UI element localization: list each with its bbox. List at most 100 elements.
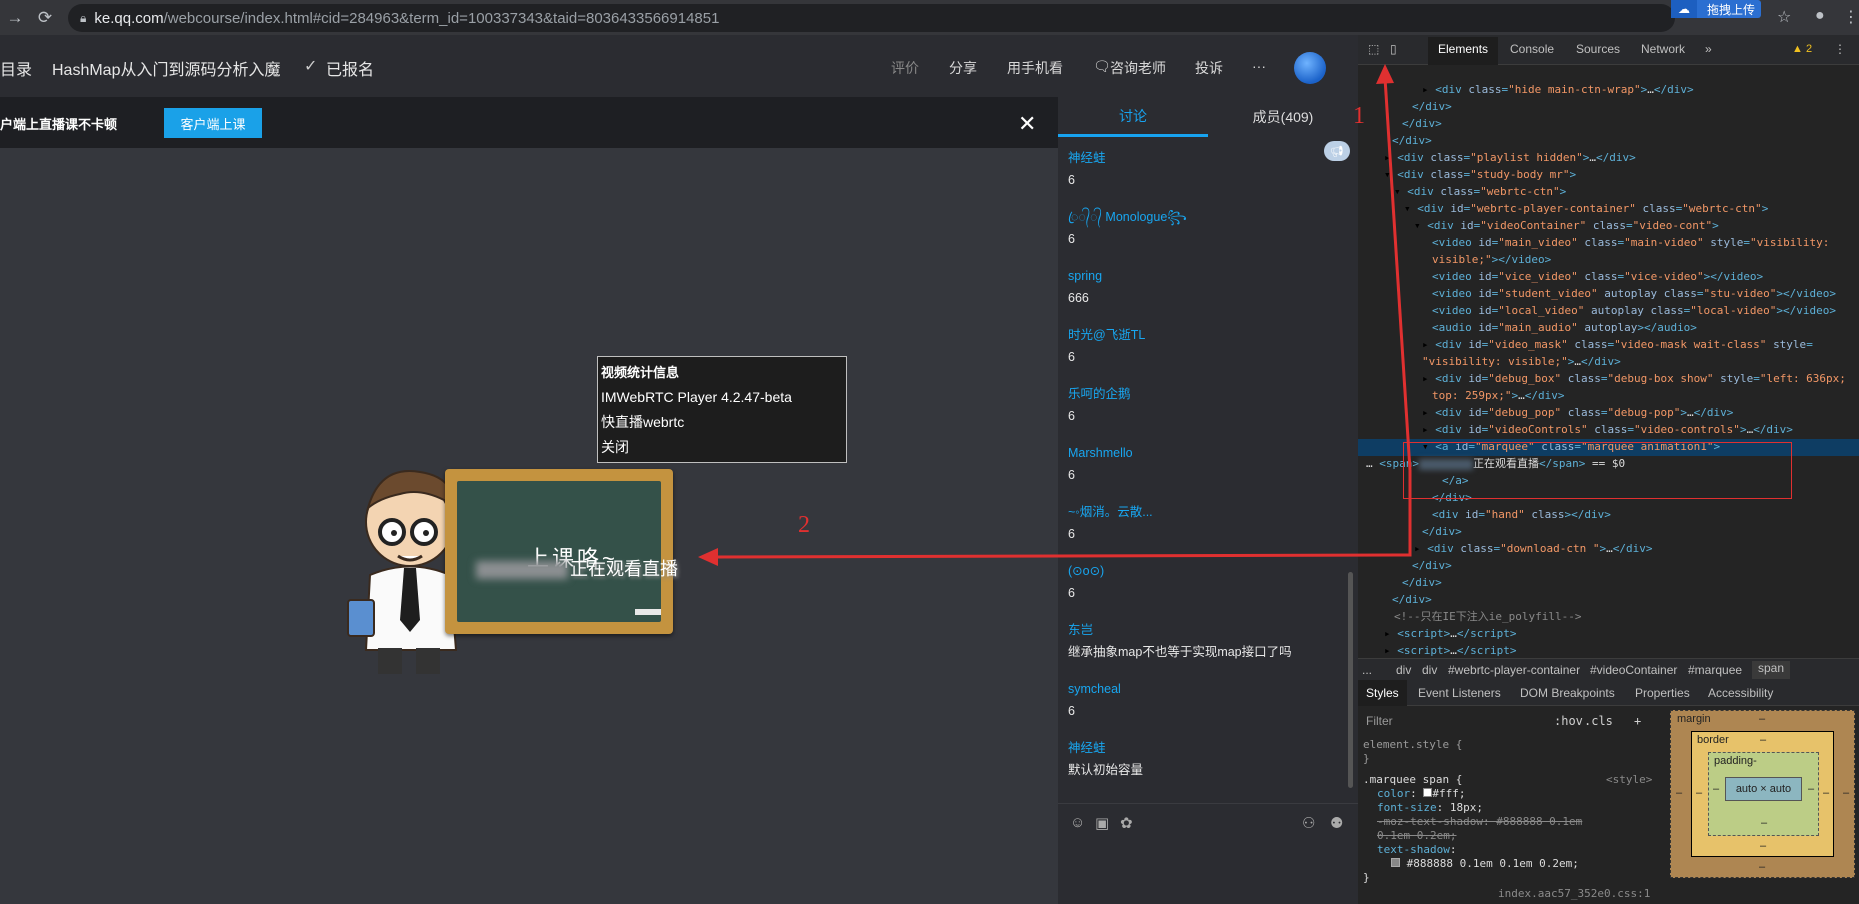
dom-node-line[interactable]: </div> (1422, 523, 1462, 540)
dom-node-line[interactable]: ▸ <div id="videoControls" class="video-c… (1422, 421, 1793, 438)
dom-node-line[interactable]: ▸ <div class="hide main-ctn-wrap">…</div… (1422, 81, 1694, 98)
tab-elements[interactable]: Elements (1428, 37, 1499, 65)
box-model-border[interactable]: border – – – – padding- – – – auto × aut… (1691, 731, 1834, 857)
dom-node-line[interactable]: ▸ <script>…</script> (1384, 625, 1516, 642)
shadow-swatch[interactable] (1391, 858, 1400, 867)
dom-node-line[interactable]: </div> (1402, 115, 1442, 132)
dom-node-line[interactable]: <video id="vice_video" class="vice-video… (1432, 268, 1763, 285)
upload-extension[interactable]: ☁ 拖拽上传 (1671, 0, 1761, 18)
chat-username[interactable]: spring (1068, 267, 1348, 285)
breadcrumb-item[interactable]: div (1396, 663, 1411, 677)
dom-node-line[interactable]: top: 259px;">…</div> (1432, 387, 1564, 404)
chat-username[interactable]: (⊙o⊙) (1068, 562, 1348, 580)
dom-node-line[interactable]: <video id="local_video" autoplay class="… (1432, 302, 1836, 319)
devtools-menu-icon[interactable]: ⋮ (1834, 42, 1846, 56)
chat-username[interactable]: symcheal (1068, 680, 1348, 698)
tab-discussion[interactable]: 讨论 (1058, 97, 1208, 137)
dom-node-line[interactable]: ▾ <div id="webrtc-player-container" clas… (1404, 200, 1768, 217)
add-rule-icon[interactable]: + (1634, 714, 1641, 728)
debug-close-item[interactable]: 关闭 (601, 435, 843, 460)
dom-node-line[interactable]: <div id="hand" class></div> (1432, 506, 1611, 523)
menu-icon[interactable]: ⋮ (1843, 7, 1859, 27)
rule-font-size-line[interactable]: font-size: 18px; (1377, 801, 1483, 815)
breadcrumb-item[interactable]: #marquee (1688, 663, 1742, 677)
hov-toggle[interactable]: :hov (1554, 714, 1583, 728)
warning-count[interactable]: ▲ 2 (1792, 43, 1812, 55)
chat-username[interactable]: 乐呵的企鹅 (1068, 385, 1348, 403)
chat-username[interactable]: ꦿ᭄᭄ Monologue꧂ (1068, 208, 1348, 226)
dom-node-line[interactable]: </div> (1392, 132, 1432, 149)
star-icon[interactable]: ☆ (1777, 7, 1791, 27)
dom-node-line[interactable]: <video id="main_video" class="main-video… (1432, 234, 1829, 251)
box-model-margin[interactable]: margin – – – – border – – – – padding- –… (1670, 710, 1855, 878)
device-icon[interactable]: ▯ (1390, 42, 1397, 56)
mobile-view-link[interactable]: 用手机看 (1007, 58, 1063, 78)
rule-color-line[interactable]: color: #fff; (1377, 787, 1466, 801)
consult-teacher-link[interactable]: 咨询老师 (1110, 58, 1166, 78)
share-link[interactable]: 分享 (949, 58, 977, 78)
flower-icon[interactable]: ✿ (1120, 814, 1133, 832)
chat-username[interactable]: ~◦烟消。云散... (1068, 503, 1348, 521)
add-user-icon[interactable]: ⚇ (1302, 814, 1315, 832)
breadcrumb-item[interactable]: #videoContainer (1590, 663, 1677, 677)
dom-node-line[interactable]: </div> (1412, 557, 1452, 574)
stylesheet-source[interactable]: index.aac57_352e0.css:1 (1498, 887, 1650, 901)
dom-node-line[interactable]: "visibility: visible;">…</div> (1422, 353, 1621, 370)
tab-network[interactable]: Network (1641, 42, 1685, 56)
dom-node-line[interactable]: ▸ <script>…</script> (1384, 642, 1516, 659)
complaint-link[interactable]: 投诉 (1195, 58, 1223, 78)
account-icon[interactable]: ● (1815, 7, 1825, 25)
dom-node-line[interactable]: ▾ <div id="videoContainer" class="video-… (1414, 217, 1719, 234)
tab-dom-breakpoints[interactable]: DOM Breakpoints (1520, 686, 1615, 700)
tab-styles[interactable]: Styles (1358, 680, 1407, 706)
dom-node-line[interactable]: ▸ <div id="debug_box" class="debug-box s… (1422, 370, 1846, 387)
emoji-icon[interactable]: ☺ (1070, 814, 1085, 831)
more-tabs-icon[interactable]: » (1705, 42, 1712, 56)
dom-node-line[interactable]: visible;"></video> (1432, 251, 1551, 268)
rule-selector[interactable]: .marquee span { (1363, 773, 1462, 787)
avatar[interactable] (1294, 52, 1326, 84)
box-model-content[interactable]: auto × auto (1725, 777, 1802, 801)
inspect-icon[interactable]: ⬚ (1368, 42, 1379, 56)
rule-source-link[interactable]: <style> (1606, 773, 1652, 787)
address-bar[interactable]: 🔒︎ ke.qq.com/webcourse/index.html#cid=28… (68, 4, 1675, 32)
user-settings-icon[interactable]: ⚉ (1330, 814, 1343, 832)
dom-node-line[interactable]: ▸ <div class="playlist hidden">…</div> (1384, 149, 1636, 166)
tab-event-listeners[interactable]: Event Listeners (1418, 686, 1501, 700)
dom-node-line[interactable]: </div> (1392, 591, 1432, 608)
more-icon[interactable]: ··· (1252, 58, 1266, 74)
dom-node-line[interactable]: </div> (1402, 574, 1442, 591)
breadcrumb-item[interactable]: div (1422, 663, 1437, 677)
dom-node-line[interactable]: ▾ <div class="webrtc-ctn"> (1394, 183, 1566, 200)
dom-node-line[interactable]: <!--只在IE下注入ie_polyfill--> (1394, 608, 1581, 625)
chat-scrollbar[interactable] (1348, 572, 1353, 788)
rule-moz-shadow[interactable]: -moz-text-shadow: #888888 0.1em 0.1em 0.… (1377, 815, 1607, 843)
dom-node-line[interactable]: ▸ <div class="download-ctn ">…</div> (1414, 540, 1652, 557)
rule-text-shadow-value-line[interactable]: #888888 0.1em 0.1em 0.2em; (1391, 857, 1579, 871)
chat-username[interactable]: 神经蛙 (1068, 149, 1348, 167)
client-class-button[interactable]: 客户端上课 (164, 108, 262, 138)
styles-filter-input[interactable]: Filter (1366, 714, 1393, 728)
reload-icon[interactable]: ⟳ (30, 3, 60, 33)
breadcrumb-item[interactable]: ... (1362, 663, 1372, 677)
box-model-padding[interactable]: padding- – – – auto × auto (1708, 752, 1819, 836)
element-style-rule[interactable]: element.style { (1363, 738, 1462, 752)
tab-accessibility[interactable]: Accessibility (1708, 686, 1773, 700)
tab-properties[interactable]: Properties (1635, 686, 1690, 700)
forward-icon[interactable]: → (0, 3, 30, 33)
chat-username[interactable]: 东岂 (1068, 621, 1348, 639)
chat-username[interactable]: Marshmello (1068, 444, 1348, 462)
chat-username[interactable]: 时光@飞逝TL (1068, 326, 1348, 344)
directory-link[interactable]: 目录 (0, 56, 32, 80)
breadcrumb-item[interactable]: #webrtc-player-container (1448, 663, 1580, 677)
dom-node-line[interactable]: <audio id="main_audio" autoplay></audio> (1432, 319, 1697, 336)
tab-sources[interactable]: Sources (1576, 42, 1620, 56)
dom-node-line[interactable]: <video id="student_video" autoplay class… (1432, 285, 1836, 302)
rule-text-shadow-line[interactable]: text-shadow: (1377, 843, 1456, 857)
breadcrumb-item[interactable]: span (1752, 661, 1791, 679)
dom-node-line[interactable]: ▸ <div id="video_mask" class="video-mask… (1422, 336, 1813, 353)
tab-console[interactable]: Console (1510, 42, 1554, 56)
close-icon[interactable]: ✕ (1018, 111, 1036, 137)
rate-link[interactable]: 评价 (891, 58, 919, 78)
debug-stats-item[interactable]: 视频统计信息 (601, 360, 843, 385)
